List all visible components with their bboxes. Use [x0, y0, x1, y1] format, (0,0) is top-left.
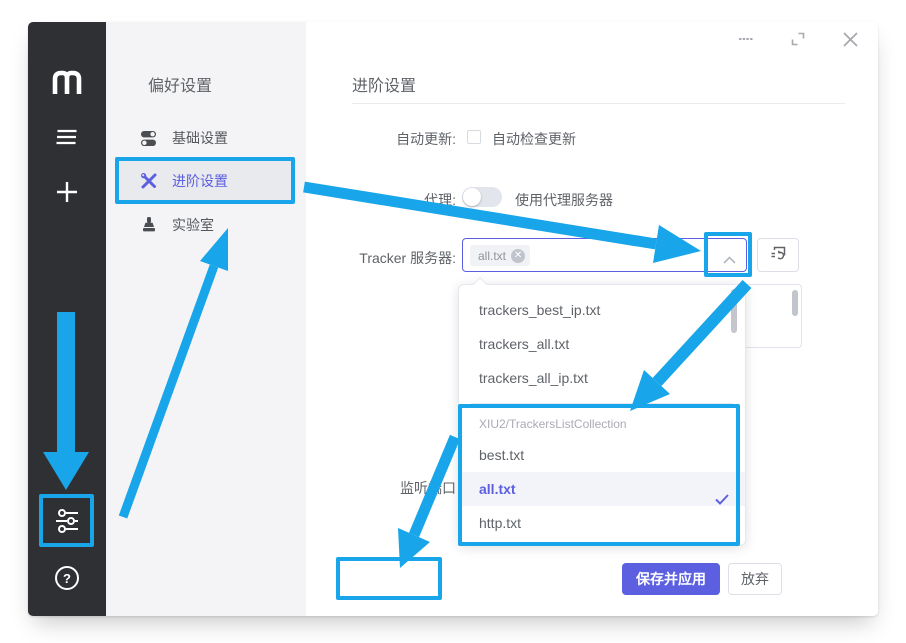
dropdown-divider [471, 403, 733, 404]
toggle-knob [463, 188, 481, 206]
proxy-label: 代理: [306, 190, 456, 210]
textarea-scrollbar[interactable] [792, 290, 798, 316]
sync-trackers-button[interactable] [757, 238, 799, 272]
auto-update-checkbox-label: 自动检查更新 [492, 129, 576, 149]
title-divider [352, 103, 845, 104]
listen-port-label: 监听端口 [306, 478, 456, 498]
dropdown-item-selected[interactable]: all.txt [459, 472, 745, 506]
maximize-icon[interactable] [788, 30, 808, 48]
dropdown-item[interactable]: trackers_all_ip.txt [459, 361, 745, 395]
task-list-icon[interactable] [28, 125, 106, 149]
help-icon[interactable]: ? [28, 563, 106, 593]
sync-trackers-icon [770, 245, 787, 265]
selected-tracker-tag: all.txt ✕ [470, 245, 530, 266]
nav-item-label: 基础设置 [172, 128, 228, 148]
svg-text:?: ? [63, 571, 71, 586]
dropdown-item-label: all.txt [479, 481, 516, 497]
auto-update-label: 自动更新: [306, 129, 456, 149]
motrix-preferences-window: ? 偏好设置 基础设置 [28, 22, 878, 616]
tracker-server-label: Tracker 服务器: [306, 248, 456, 268]
nav-item-label: 进阶设置 [172, 171, 228, 191]
nav-item-lab[interactable]: 实验室 [118, 205, 294, 245]
tag-close-icon[interactable]: ✕ [511, 249, 525, 263]
dropdown-scrollbar[interactable] [731, 289, 737, 333]
preferences-title: 偏好设置 [148, 72, 212, 96]
page-title: 进阶设置 [352, 72, 416, 96]
tracker-server-select[interactable]: all.txt ✕ [462, 238, 747, 272]
dropdown-item[interactable]: http.txt [459, 506, 745, 540]
tracker-source-dropdown: trackers_best_ip.txt trackers_all.txt tr… [458, 284, 746, 546]
add-task-icon[interactable] [28, 178, 106, 206]
dropdown-group-label: XIU2/TrackersListCollection [459, 410, 745, 438]
preferences-sliders-icon[interactable] [28, 506, 106, 536]
proxy-toggle[interactable] [462, 187, 502, 207]
dropdown-item[interactable]: trackers_best_ip.txt [459, 293, 745, 327]
tools-icon [140, 172, 158, 190]
dropdown-item[interactable]: trackers_all.txt [459, 327, 745, 361]
toggles-icon [140, 129, 158, 147]
preferences-nav-panel: 偏好设置 基础设置 [106, 22, 306, 616]
screenshot-stage: ? 偏好设置 基础设置 [0, 0, 906, 643]
tracker-tag-label: all.txt [478, 249, 506, 263]
discard-button[interactable]: 放弃 [728, 563, 782, 595]
minimize-icon[interactable] [736, 30, 756, 48]
close-icon[interactable] [840, 30, 860, 48]
chevron-up-icon[interactable] [723, 251, 736, 269]
nav-item-basic-settings[interactable]: 基础设置 [118, 118, 294, 158]
app-sidebar: ? [28, 22, 106, 616]
dropdown-item[interactable]: best.txt [459, 438, 745, 472]
nav-item-advanced-settings[interactable]: 进阶设置 [118, 161, 294, 201]
window-controls [736, 30, 860, 48]
motrix-logo [28, 62, 106, 102]
proxy-toggle-label: 使用代理服务器 [515, 190, 613, 210]
stamp-icon [140, 216, 158, 234]
nav-item-label: 实验室 [172, 215, 214, 235]
auto-update-checkbox[interactable] [467, 130, 481, 144]
save-and-apply-button[interactable]: 保存并应用 [622, 563, 720, 595]
